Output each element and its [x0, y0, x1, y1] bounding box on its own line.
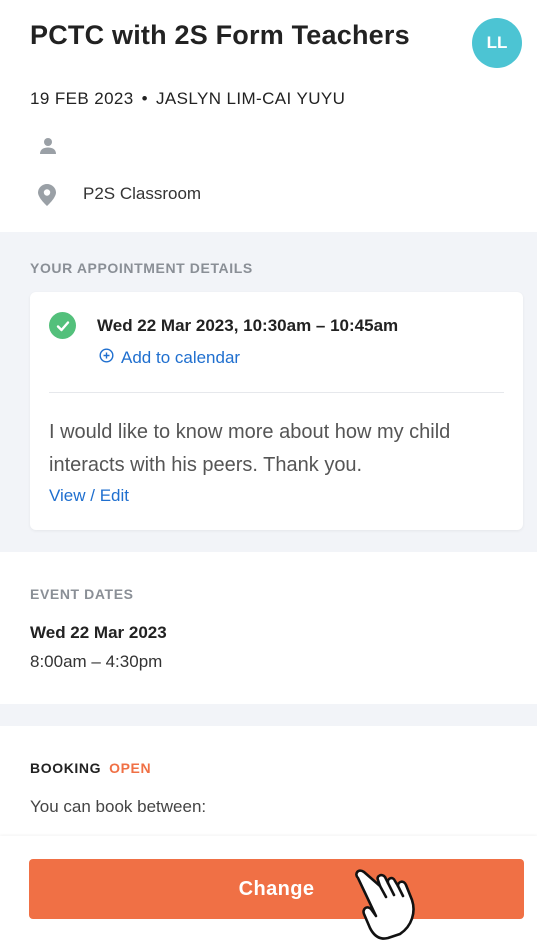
event-location: P2S Classroom: [83, 184, 202, 203]
bottom-action-bar: Change: [0, 836, 537, 940]
meta-separator: •: [141, 89, 148, 108]
booking-label: BOOKING OPEN: [30, 760, 151, 776]
event-header: PCTC with 2S Form Teachers LL 19 FEB 202…: [0, 0, 537, 232]
booking-title: BOOKING: [30, 760, 102, 776]
appointment-card: Wed 22 Mar 2023, 10:30am – 10:45am Add t…: [30, 292, 523, 530]
booking-status-badge: OPEN: [109, 760, 152, 776]
change-button[interactable]: Change: [29, 859, 524, 919]
event-created-date: 19 FEB 2023: [30, 89, 134, 108]
location-pin-icon: [38, 184, 56, 211]
add-to-calendar-label: Add to calendar: [121, 348, 241, 367]
view-edit-link[interactable]: View / Edit: [49, 486, 129, 506]
appointment-time: Wed 22 Mar 2023, 10:30am – 10:45am: [97, 316, 399, 335]
divider: [49, 392, 504, 393]
event-date: Wed 22 Mar 2023: [30, 623, 167, 642]
avatar[interactable]: LL: [472, 18, 522, 68]
booking-window-text: You can book between:: [30, 797, 207, 816]
event-organiser: JASLYN LIM-CAI YUYU: [156, 89, 346, 108]
appointment-note: I would like to know more about how my c…: [49, 421, 451, 476]
event-dates-label: EVENT DATES: [30, 586, 134, 602]
hand-pointer-icon: [348, 864, 428, 940]
section-divider-band: [0, 704, 537, 726]
page-title: PCTC with 2S Form Teachers: [30, 20, 410, 50]
event-meta: 19 FEB 2023 • JASLYN LIM-CAI YUYU: [30, 89, 345, 109]
add-circle-icon: [99, 348, 114, 368]
event-time: 8:00am – 4:30pm: [30, 652, 163, 671]
appointment-section-label: YOUR APPOINTMENT DETAILS: [30, 260, 253, 276]
add-to-calendar-link[interactable]: Add to calendar: [99, 348, 240, 368]
person-icon: [38, 136, 58, 161]
check-circle-icon: [49, 312, 76, 339]
